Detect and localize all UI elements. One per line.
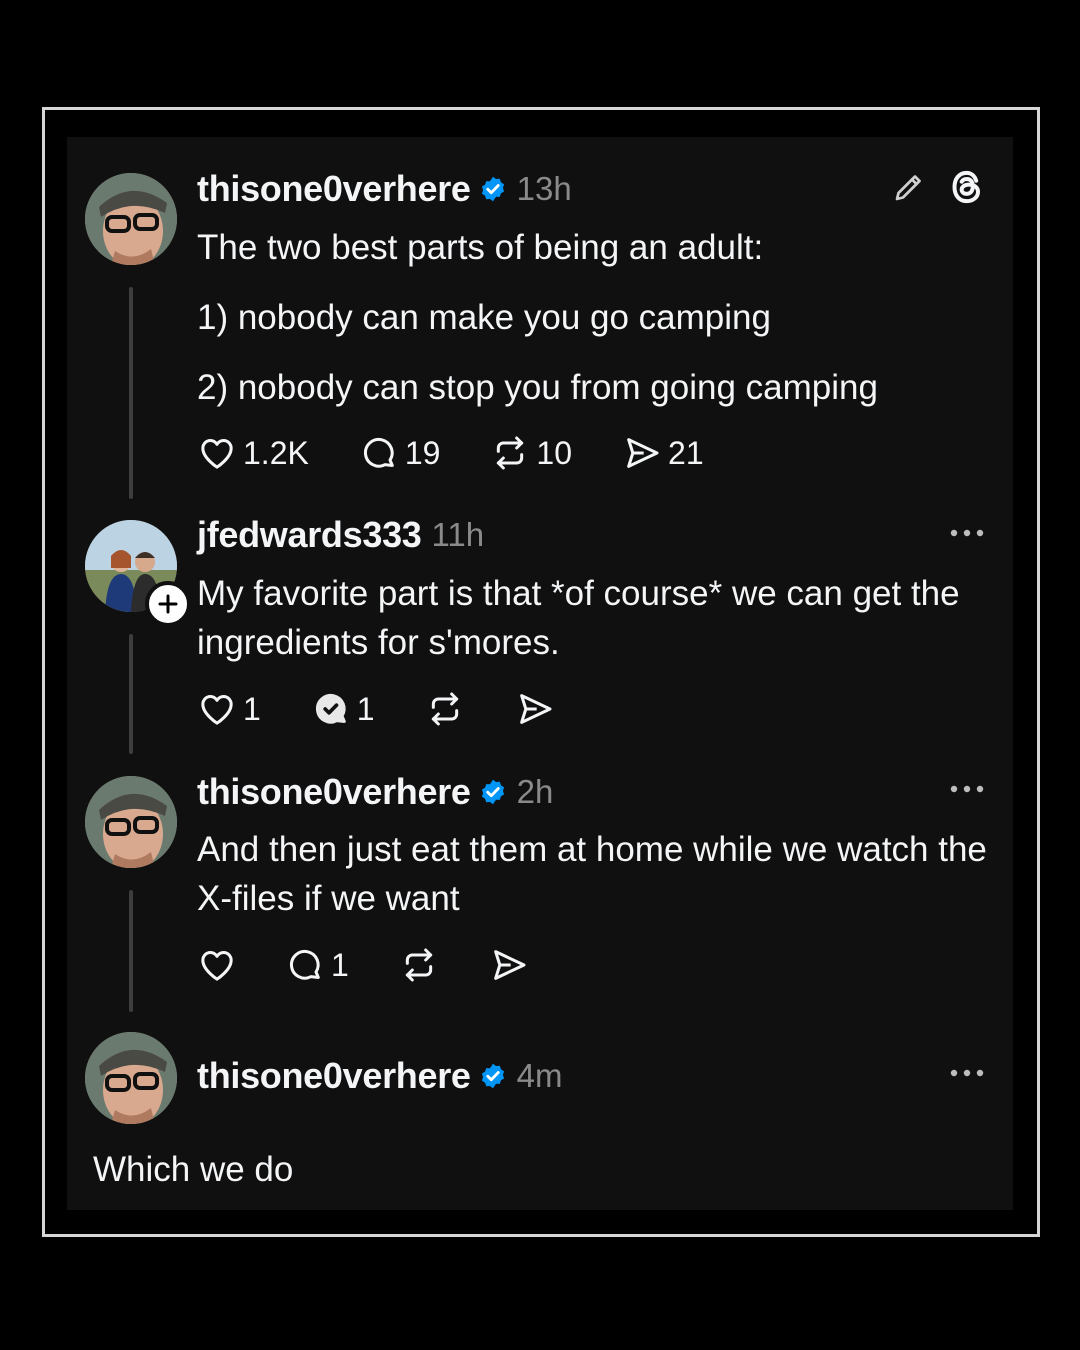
thread-line: [129, 287, 133, 499]
repost-icon: [431, 692, 458, 726]
post-time: 11h: [431, 516, 485, 553]
username[interactable]: thisone0verhere: [197, 1055, 471, 1097]
post-header: thisone0verhere 13h: [197, 167, 572, 211]
post-time: 13h: [516, 170, 572, 207]
username[interactable]: jfedwards333: [197, 514, 422, 556]
like-button[interactable]: 1.2K: [197, 433, 309, 473]
post-text: My favorite part is that *of course* we …: [197, 574, 960, 662]
username[interactable]: thisone0verhere: [197, 771, 471, 813]
reply-count: 19: [404, 434, 441, 471]
share-button[interactable]: 21: [622, 433, 704, 473]
edit-icon[interactable]: [891, 169, 927, 205]
thread-line: [129, 634, 133, 754]
share-button[interactable]: [489, 945, 529, 985]
like-button[interactable]: [197, 945, 237, 985]
reply-button[interactable]: 1: [311, 689, 375, 729]
avatar[interactable]: [85, 173, 177, 265]
avatar[interactable]: [85, 1032, 177, 1124]
verified-icon: [481, 779, 504, 805]
post-text: Which we do: [93, 1150, 294, 1189]
post-actions: 1: [197, 943, 529, 987]
threads-logo-icon[interactable]: [947, 167, 987, 207]
post-paragraph: 1) nobody can make you go camping: [197, 298, 771, 337]
reply-icon: [363, 437, 394, 468]
share-icon: [627, 438, 659, 468]
post-actions: 1 1: [197, 687, 555, 731]
post-text: The two best parts of being an adult: 1)…: [197, 223, 987, 412]
username[interactable]: thisone0verhere: [197, 168, 471, 210]
like-button[interactable]: 1: [197, 689, 261, 729]
repost-icon: [405, 948, 432, 982]
reply-icon: [289, 949, 320, 980]
post-text: And then just eat them at home while we …: [197, 830, 987, 918]
follow-plus-icon: [158, 594, 178, 614]
repost-button[interactable]: [399, 945, 439, 985]
reply-count: 1: [331, 946, 349, 983]
like-count: 1: [243, 690, 261, 727]
repost-button[interactable]: [425, 689, 465, 729]
more-icon[interactable]: [949, 783, 985, 795]
follow-button[interactable]: [145, 581, 191, 627]
heart-icon: [201, 439, 233, 469]
thread-card: thisone0verhere 13h The two best parts o…: [67, 137, 1013, 1210]
post-paragraph: 2) nobody can stop you from going campin…: [197, 368, 878, 407]
more-icon[interactable]: [949, 527, 985, 539]
reply-button[interactable]: 1: [285, 945, 349, 985]
post-actions: 1.2K 19 10 21: [197, 431, 704, 475]
post-paragraph: The two best parts of being an adult:: [197, 228, 764, 267]
share-count: 21: [668, 434, 704, 471]
repost-icon: [497, 436, 524, 470]
avatar[interactable]: [85, 776, 177, 868]
reply-button[interactable]: 19: [359, 433, 441, 473]
more-icon[interactable]: [949, 1067, 985, 1079]
verified-icon: [481, 176, 504, 202]
heart-icon: [201, 695, 233, 725]
card-header-icons: [891, 167, 987, 207]
reply-count: 1: [356, 690, 375, 727]
post-time: 4m: [516, 1057, 563, 1094]
like-count: 1.2K: [243, 434, 309, 471]
post-time: 2h: [516, 773, 554, 810]
post-header: thisone0verhere 2h: [197, 770, 553, 814]
share-icon: [519, 694, 552, 724]
share-button[interactable]: [515, 689, 555, 729]
share-icon: [493, 950, 526, 980]
post-header: jfedwards333 11h: [197, 513, 484, 557]
post-header: thisone0verhere 4m: [197, 1054, 562, 1098]
repost-count: 10: [536, 434, 573, 471]
heart-icon: [201, 951, 233, 981]
verified-icon: [481, 1063, 504, 1089]
reply-icon: [315, 693, 346, 724]
repost-button[interactable]: 10: [490, 433, 572, 473]
thread-line: [129, 890, 133, 1012]
